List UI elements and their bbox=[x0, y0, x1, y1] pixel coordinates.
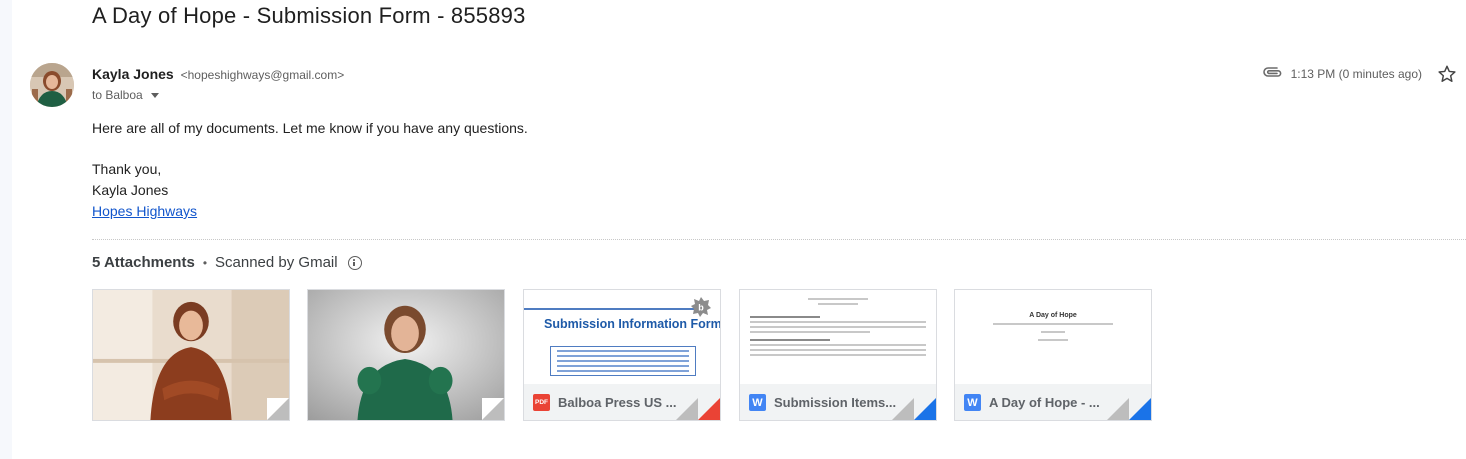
word-file-icon: W bbox=[749, 394, 766, 411]
page-fold bbox=[676, 398, 698, 420]
doc-preview: A Day of Hope bbox=[955, 290, 1151, 384]
avatar-image bbox=[30, 63, 74, 107]
attachment-name: A Day of Hope - ... bbox=[989, 395, 1100, 410]
attachment-word-2[interactable]: A Day of Hope W A Day of Hope - ... bbox=[954, 289, 1152, 421]
pdf-preview: b Submission Information Form bbox=[524, 290, 720, 384]
attachment-photo-2[interactable] bbox=[307, 289, 505, 421]
logo-icon: b bbox=[691, 297, 711, 317]
page-fold bbox=[482, 398, 504, 420]
attachment-name: Balboa Press US ... bbox=[558, 395, 677, 410]
page-fold bbox=[1107, 398, 1129, 420]
message-time: 1:13 PM (0 minutes ago) bbox=[1290, 66, 1422, 81]
doc-preview bbox=[740, 290, 936, 384]
star-icon[interactable] bbox=[1436, 63, 1458, 85]
photo-thumbnail bbox=[308, 290, 504, 420]
pdf-file-icon: PDF bbox=[533, 394, 550, 411]
page-fold bbox=[892, 398, 914, 420]
left-gutter bbox=[0, 0, 12, 459]
preview-title: Submission Information Form bbox=[544, 317, 720, 331]
closing: Thank you, bbox=[92, 161, 162, 177]
svg-text:b: b bbox=[698, 303, 704, 313]
attachment-photo-1[interactable] bbox=[92, 289, 290, 421]
sender-line: Kayla Jones <hopeshighways@gmail.com> bbox=[92, 66, 344, 82]
to-label: to Balboa bbox=[92, 88, 143, 102]
info-icon[interactable] bbox=[347, 255, 362, 270]
file-type-corner bbox=[1129, 398, 1151, 420]
scanned-label: Scanned by Gmail bbox=[215, 254, 338, 271]
page-fold bbox=[267, 398, 289, 420]
body-line: Here are all of my documents. Let me kno… bbox=[92, 120, 528, 136]
file-type-corner bbox=[914, 398, 936, 420]
recipients-toggle[interactable]: to Balboa bbox=[92, 88, 159, 102]
separator-dot: • bbox=[202, 255, 208, 270]
sender-name[interactable]: Kayla Jones bbox=[92, 66, 174, 82]
photo-thumbnail bbox=[93, 290, 289, 420]
preview-title: A Day of Hope bbox=[1029, 312, 1077, 319]
signature-link[interactable]: Hopes Highways bbox=[92, 203, 197, 219]
attachment-name: Submission Items... bbox=[774, 395, 897, 410]
file-type-corner bbox=[698, 398, 720, 420]
attachments-count: 5 Attachments bbox=[92, 254, 195, 271]
sender-email: <hopeshighways@gmail.com> bbox=[180, 68, 345, 82]
signature-name: Kayla Jones bbox=[92, 182, 169, 198]
attachment-word-1[interactable]: W Submission Items... bbox=[739, 289, 937, 421]
attachments-header: 5 Attachments • Scanned by Gmail bbox=[92, 254, 362, 271]
message-meta: 1:13 PM (0 minutes ago) bbox=[1262, 66, 1422, 81]
word-file-icon: W bbox=[964, 394, 981, 411]
email-subject: A Day of Hope - Submission Form - 855893 bbox=[92, 3, 526, 28]
chevron-down-icon[interactable] bbox=[150, 92, 159, 98]
sender-avatar[interactable] bbox=[30, 63, 74, 107]
paperclip-icon bbox=[1262, 66, 1283, 81]
attachment-pdf[interactable]: b Submission Information Form PDF Balboa… bbox=[523, 289, 721, 421]
divider bbox=[92, 239, 1466, 240]
preview-rule bbox=[524, 308, 694, 310]
preview-notice-box bbox=[550, 346, 696, 376]
message-body: Here are all of my documents. Let me kno… bbox=[92, 118, 528, 222]
